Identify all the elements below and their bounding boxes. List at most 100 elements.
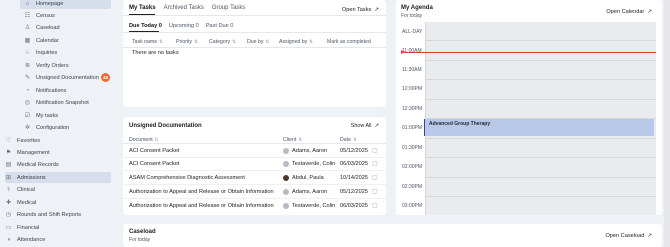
open-tasks-label: Open Tasks — [341, 7, 372, 13]
table-row[interactable]: ASAM Comprehensive Diagnostic Assessment… — [123, 172, 386, 185]
document-action-icon[interactable]: ▢ — [372, 160, 378, 167]
grid-line — [425, 196, 656, 197]
unsigned-count-badge: 48 — [101, 73, 110, 82]
subtab-upcoming[interactable]: Upcoming 0 — [169, 23, 199, 29]
caseload-subtitle: For today — [129, 237, 151, 243]
document-action-icon[interactable]: ▢ — [372, 174, 378, 181]
time-label: 01:30PM — [402, 145, 423, 151]
avatar — [283, 148, 289, 154]
subtab-past-due[interactable]: Past Due 0 — [206, 23, 234, 29]
attendance-icon: ◑ — [6, 236, 11, 243]
sidebar-item-medical-records[interactable]: ▤ Medical Records — [5, 159, 111, 170]
time-label: 12:00PM — [402, 86, 423, 92]
calendar-icon: ▦ — [24, 38, 31, 44]
unsigned-documentation-card: Unsigned Documentation Show All ↗ Docume… — [123, 117, 386, 215]
table-row[interactable]: Authorization to Appeal and Release or O… — [123, 200, 386, 213]
client-cell: Adams, Aaron — [283, 189, 327, 195]
sort-icon: ⇅ — [159, 39, 163, 44]
date-cell: 10/14/2025 — [340, 175, 368, 181]
col-category[interactable]: Category ⇅ — [209, 39, 236, 45]
sidebar-item-admissions[interactable]: ⊞ Admissions — [5, 172, 111, 183]
sidebar-item-management[interactable]: ⚑ Management — [5, 147, 111, 158]
table-row[interactable]: Authorization to Appeal and Release or O… — [123, 186, 386, 199]
people-icon: ☷ — [24, 13, 31, 19]
avatar — [283, 203, 289, 209]
col-assigned-by[interactable]: Assigned by ⇅ — [279, 39, 313, 45]
sidebar-item-verify-orders[interactable]: ≣ Verify Orders — [20, 60, 111, 71]
home-icon: ⌂ — [25, 0, 30, 7]
sidebar-item-inquiries[interactable]: ♘ Inquiries — [20, 47, 111, 58]
external-link-icon: ↗ — [647, 9, 652, 15]
subtabs-divider — [123, 32, 386, 33]
col-due-by[interactable]: Due by ⇅ — [247, 39, 269, 45]
document-name[interactable]: ACI Consent Packet — [129, 148, 179, 154]
open-calendar-link[interactable]: Open Calendar ↗ — [606, 9, 652, 15]
time-label: 01:00PM — [402, 125, 423, 131]
document-name[interactable]: ASAM Comprehensive Diagnostic Assessment — [129, 175, 245, 181]
time-label: 03:00PM — [402, 203, 423, 209]
sidebar-item-configuration[interactable]: ✲ Configuration — [20, 122, 111, 133]
document-action-icon[interactable]: ▢ — [372, 188, 378, 195]
pen-icon: ✎ — [24, 75, 31, 81]
document-action-icon[interactable]: ▢ — [372, 147, 378, 154]
external-link-icon: ↗ — [374, 123, 379, 129]
sort-icon: ⇅ — [265, 39, 270, 44]
agenda-event[interactable]: Advanced Group Therapy — [424, 119, 654, 136]
document-action-icon[interactable]: ▢ — [372, 202, 378, 209]
tasks-icon: ☑ — [24, 113, 31, 119]
sidebar-item-my-tasks[interactable]: ☑ My tasks — [20, 110, 111, 121]
records-icon: ▤ — [5, 162, 12, 168]
open-calendar-label: Open Calendar — [606, 9, 645, 15]
page-scrollbar[interactable] — [664, 0, 670, 247]
table-row[interactable]: ACI Consent Packet Adams, Aaron 05/12/20… — [123, 145, 386, 158]
client-cell: Testaverde, Colin — [283, 161, 335, 167]
sidebar-item-homepage[interactable]: ⌂ Homepage — [20, 0, 111, 9]
sidebar-item-notification-snapshot[interactable]: ◎ Notification Snapshot — [20, 97, 111, 108]
document-name[interactable]: Authorization to Appeal and Release or O… — [129, 203, 274, 209]
tab-group-tasks[interactable]: Group Tasks — [212, 5, 246, 11]
show-all-link[interactable]: Show All ↗ — [351, 123, 379, 129]
date-cell: 05/12/2025 — [340, 189, 368, 195]
sidebar-item-calendar[interactable]: ▦ Calendar — [20, 35, 111, 46]
open-tasks-link[interactable]: Open Tasks ↗ — [342, 7, 379, 13]
agenda-title: My Agenda — [401, 5, 433, 11]
date-cell: 06/03/2025 — [340, 161, 368, 167]
all-day-label: ALL-DAY — [402, 29, 423, 35]
grid-line — [425, 79, 656, 80]
table-row[interactable]: ACI Consent Packet Testaverde, Colin 06/… — [123, 158, 386, 171]
caseload-title: Caseload — [129, 229, 156, 235]
sidebar-item-clinical[interactable]: ⚕ Clinical — [5, 184, 111, 195]
sidebar-item-rounds-and-shift-reports[interactable]: ◷ Rounds and Shift Reports — [5, 209, 111, 220]
sidebar-item-caseload[interactable]: ♙ Caseload — [20, 22, 111, 33]
document-name[interactable]: ACI Consent Packet — [129, 161, 179, 167]
subtab-due-today[interactable]: Due Today 0 — [129, 23, 162, 29]
sidebar-item-unsigned-documentation[interactable]: ✎ Unsigned Documentation 48 — [20, 72, 111, 83]
external-link-icon: ↗ — [647, 233, 652, 239]
sidebar-item-notifications[interactable]: ◔ Notifications — [20, 85, 111, 96]
person-icon: ♙ — [24, 25, 31, 31]
col-task-name[interactable]: Task name ⇅ — [132, 39, 163, 45]
task-subtabs: Due Today 0 Upcoming 0 Past Due 0 — [129, 23, 233, 29]
sidebar-item-census[interactable]: ☷ Census — [20, 10, 111, 21]
sidebar-item-favorites[interactable]: ♡ Favorites — [5, 135, 111, 146]
medical-icon: ✚ — [5, 200, 12, 206]
inquiry-icon: ♘ — [24, 50, 31, 56]
avatar — [283, 161, 289, 167]
table-divider — [123, 47, 386, 48]
avatar — [283, 175, 289, 181]
date-cell: 06/03/2025 — [340, 203, 368, 209]
open-caseload-link[interactable]: Open Caseload ↗ — [605, 233, 652, 239]
sort-icon: ⇅ — [309, 39, 314, 44]
bell-icon: ◔ — [25, 87, 30, 94]
financial-icon: ▭ — [5, 225, 12, 231]
col-priority[interactable]: Priority ⇅ — [176, 39, 198, 45]
table-divider — [123, 143, 386, 144]
tab-archived-tasks[interactable]: Archived Tasks — [164, 5, 204, 11]
sidebar-item-medical[interactable]: ✚ Medical — [5, 197, 111, 208]
current-time-line — [404, 52, 656, 53]
tabs-divider — [123, 15, 386, 16]
tab-my-tasks[interactable]: My Tasks — [129, 5, 156, 11]
document-name[interactable]: Authorization to Appeal and Release or O… — [129, 189, 274, 195]
sidebar-item-attendance[interactable]: ◑ Attendance — [5, 234, 111, 245]
sidebar-item-financial[interactable]: ▭ Financial — [5, 222, 111, 233]
